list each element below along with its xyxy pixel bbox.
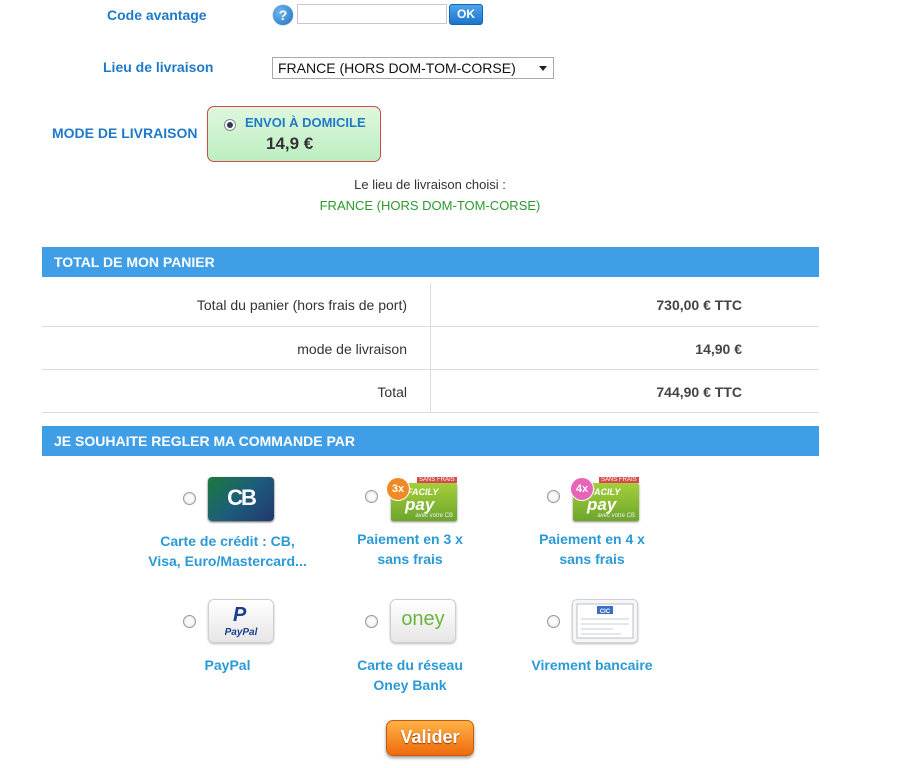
bank-cheque-icon: CIC <box>576 603 634 639</box>
delivery-option-price: 14,9 € <box>266 134 314 153</box>
sans-frais-band: SANS FRAIS <box>417 477 457 483</box>
badge-4x-icon: 4x <box>570 477 594 501</box>
paypal-wordmark: PayPal <box>224 627 258 638</box>
cic-text: CIC <box>600 609 611 615</box>
chevron-down-icon <box>539 66 547 71</box>
payment-radio-oney[interactable] <box>365 615 378 628</box>
bank-transfer-icon[interactable]: CIC <box>572 599 638 643</box>
delivery-option-label: ENVOI À DOMICILE <box>245 115 366 130</box>
paypal-p-icon: P <box>233 604 247 626</box>
payment-label-line: Oney Bank <box>373 677 447 693</box>
cart-row-subtotal-label: Total du panier (hors frais de port) <box>196 297 407 313</box>
payment-radio-card[interactable] <box>183 492 196 505</box>
payment-label-line: Carte de crédit : CB, <box>160 533 295 549</box>
payment-label-transfer[interactable]: Virement bancaire <box>517 655 667 675</box>
payment-label-line: Carte du réseau <box>357 657 463 673</box>
delivery-mode-label: MODE DE LIVRAISON <box>52 125 198 141</box>
cb-logo-text: CB <box>227 485 257 510</box>
payment-section-title: JE SOUHAITE REGLER MA COMMANDE PAR <box>42 426 819 456</box>
payment-label-line: Visa, Euro/Mastercard... <box>148 553 307 569</box>
payment-label-oney[interactable]: Carte du réseau Oney Bank <box>335 655 485 695</box>
badge-3x-icon: 3x <box>386 477 410 501</box>
submit-order-button[interactable]: Valider <box>386 720 474 756</box>
facily-subtext: avec votre CB <box>415 513 453 519</box>
delivery-chosen-caption: Le lieu de livraison choisi : <box>354 177 506 192</box>
payment-label-paypal[interactable]: PayPal <box>140 655 315 675</box>
delivery-place-label: Lieu de livraison <box>103 59 214 75</box>
delivery-option-radio[interactable] <box>224 119 236 131</box>
payment-radio-3x[interactable] <box>365 490 378 503</box>
delivery-chosen-value: FRANCE (HORS DOM-TOM-CORSE) <box>319 198 541 213</box>
cart-row-subtotal-value: 730,00 € TTC <box>656 297 742 313</box>
oney-logo[interactable]: oney <box>390 599 456 643</box>
promo-code-label: Code avantage <box>107 7 207 23</box>
delivery-place-select[interactable]: FRANCE (HORS DOM-TOM-CORSE) <box>272 57 554 79</box>
cart-row-total-value: 744,90 € TTC <box>656 384 742 400</box>
pay-text: pay <box>587 495 617 514</box>
cb-card-logo[interactable]: CB <box>208 477 274 521</box>
payment-label-4x[interactable]: Paiement en 4 x sans frais <box>517 529 667 569</box>
cart-row-shipping-label: mode de livraison <box>297 341 407 357</box>
payment-label-line: Paiement en 4 x <box>539 531 645 547</box>
paypal-logo[interactable]: P PayPal <box>208 599 274 643</box>
cart-row-total-label: Total <box>377 384 407 400</box>
cart-row-shipping-value: 14,90 € <box>695 341 742 357</box>
cart-row-separator <box>42 326 819 327</box>
cart-row-separator <box>42 369 819 370</box>
cart-divider <box>430 283 431 413</box>
payment-label-line: sans frais <box>559 551 625 567</box>
delivery-place-selected: FRANCE (HORS DOM-TOM-CORSE) <box>278 60 516 76</box>
delivery-option-home[interactable]: ENVOI À DOMICILE 14,9 € <box>207 106 381 162</box>
help-icon[interactable]: ? <box>273 5 293 25</box>
oney-wordmark: oney <box>401 608 445 630</box>
promo-code-input[interactable] <box>297 4 447 24</box>
payment-radio-transfer[interactable] <box>547 615 560 628</box>
promo-ok-button[interactable]: OK <box>449 4 483 25</box>
payment-label-line: Paiement en 3 x <box>357 531 463 547</box>
facily-subtext: avec votre CB <box>597 513 635 519</box>
payment-radio-paypal[interactable] <box>183 615 196 628</box>
pay-text: pay <box>405 495 435 514</box>
cart-row-separator <box>42 412 819 413</box>
payment-label-card[interactable]: Carte de crédit : CB, Visa, Euro/Masterc… <box>140 531 315 571</box>
payment-label-3x[interactable]: Paiement en 3 x sans frais <box>335 529 485 569</box>
payment-label-line: PayPal <box>204 657 251 673</box>
payment-label-line: Virement bancaire <box>531 657 653 673</box>
cart-section-title: TOTAL DE MON PANIER <box>42 247 819 277</box>
payment-radio-4x[interactable] <box>547 490 560 503</box>
sans-frais-band: SANS FRAIS <box>599 477 639 483</box>
payment-label-line: sans frais <box>377 551 443 567</box>
